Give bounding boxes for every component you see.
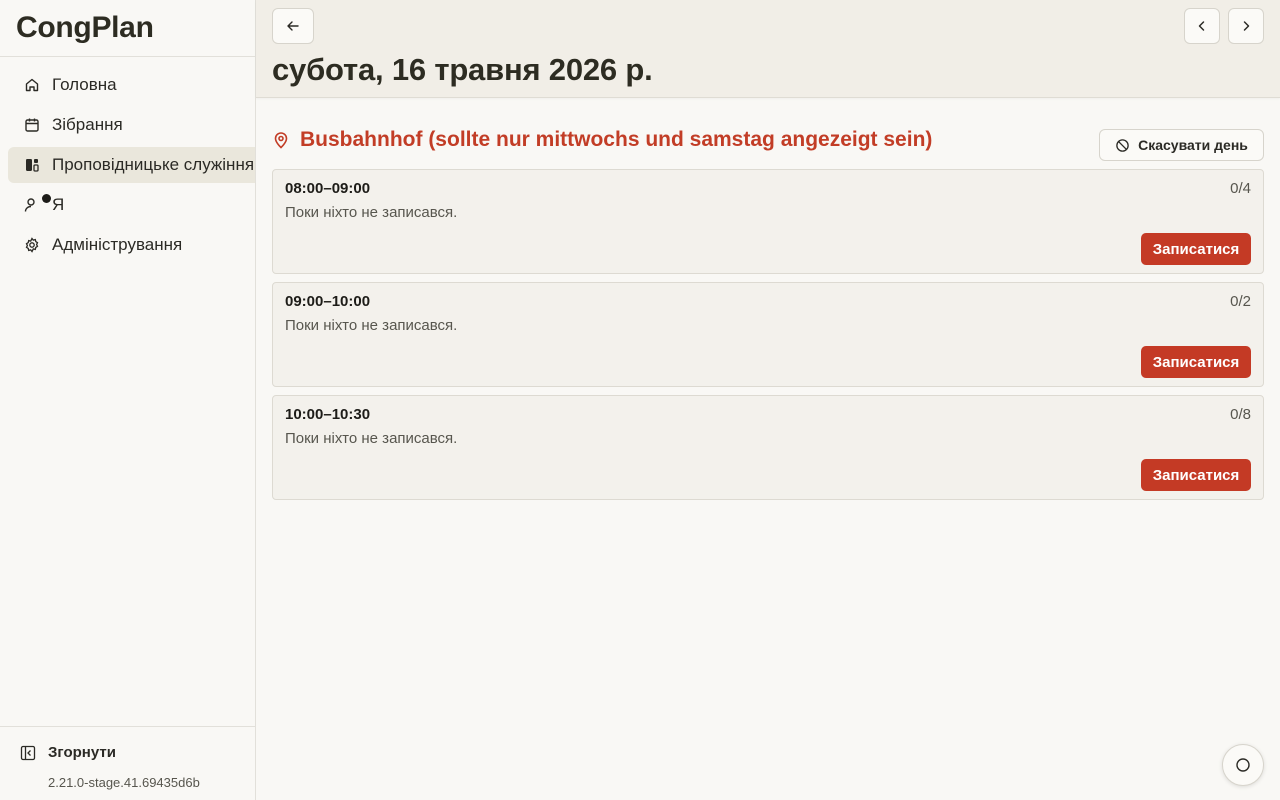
shift-card: 08:00–09:00 0/4 Поки ніхто не записався.… xyxy=(272,169,1264,274)
signup-button[interactable]: Записатися xyxy=(1141,233,1251,265)
arrow-left-icon xyxy=(287,21,299,31)
shift-card: 09:00–10:00 0/2 Поки ніхто не записався.… xyxy=(272,282,1264,387)
home-icon xyxy=(24,77,40,93)
shift-empty-text: Поки ніхто не записався. xyxy=(285,430,458,447)
sidebar-item-label: Зібрання xyxy=(52,115,123,134)
sidebar-item-label: Головна xyxy=(52,75,117,94)
user-icon xyxy=(24,197,40,213)
shift-time: 10:00–10:30 xyxy=(285,406,371,423)
sidebar-item-field-ministry[interactable]: Проповідницьке служіння xyxy=(8,147,255,183)
collapse-sidebar-button[interactable]: Згорнути xyxy=(20,744,116,761)
collapse-panel-icon xyxy=(20,745,36,760)
sidebar-item-label: Я xyxy=(52,195,65,214)
cancel-day-button[interactable]: Скасувати день xyxy=(1099,129,1264,161)
sidebar-nav: Головна Зібрання Проповідницьке служіння… xyxy=(0,57,255,263)
sidebar-item-home[interactable]: Головна xyxy=(8,67,255,103)
ban-icon xyxy=(1116,138,1129,152)
location-name: Busbahnhof (sollte nur mittwochs und sam… xyxy=(300,128,933,151)
shift-list: 08:00–09:00 0/4 Поки ніхто не записався.… xyxy=(272,169,1264,508)
main-content: субота, 16 травня 2026 р. Busbahnhof (so… xyxy=(256,0,1280,800)
ministry-icon xyxy=(24,157,40,173)
shift-capacity: 0/2 xyxy=(1230,293,1251,310)
sidebar-item-label: Адміністрування xyxy=(52,235,183,254)
shift-card: 10:00–10:30 0/8 Поки ніхто не записався.… xyxy=(272,395,1264,500)
notification-badge xyxy=(42,194,51,203)
sidebar-item-meetings[interactable]: Зібрання xyxy=(8,107,255,143)
signup-button[interactable]: Записатися xyxy=(1141,346,1251,378)
sidebar-footer: Згорнути 2.21.0-stage.41.69435d6b xyxy=(0,726,255,800)
next-day-button[interactable] xyxy=(1228,8,1264,44)
sidebar-item-admin[interactable]: Адміністрування xyxy=(8,227,255,263)
map-pin-icon xyxy=(274,132,288,149)
previous-day-button[interactable] xyxy=(1184,8,1220,44)
shift-empty-text: Поки ніхто не записався. xyxy=(285,317,458,334)
signup-button[interactable]: Записатися xyxy=(1141,459,1251,491)
collapse-label: Згорнути xyxy=(48,744,116,761)
shift-capacity: 0/8 xyxy=(1230,406,1251,423)
chevron-right-icon xyxy=(1243,21,1250,31)
shift-time: 08:00–09:00 xyxy=(285,180,371,197)
shift-capacity: 0/4 xyxy=(1230,180,1251,197)
sidebar-item-label: Проповідницьке служіння xyxy=(52,155,255,174)
app-logo[interactable]: CongPlan xyxy=(0,0,255,57)
app-version: 2.21.0-stage.41.69435d6b xyxy=(48,775,200,790)
location-title: Busbahnhof (sollte nur mittwochs und sam… xyxy=(272,128,932,152)
location-header: Busbahnhof (sollte nur mittwochs und sam… xyxy=(272,126,1264,162)
shift-empty-text: Поки ніхто не записався. xyxy=(285,204,458,221)
chevron-left-icon xyxy=(1198,21,1205,31)
cancel-day-label: Скасувати день xyxy=(1138,137,1248,153)
back-button[interactable] xyxy=(272,8,314,44)
gear-icon xyxy=(24,237,40,253)
sidebar-item-me[interactable]: Я xyxy=(8,187,255,223)
circle-icon xyxy=(1236,758,1250,772)
page-header: субота, 16 травня 2026 р. xyxy=(256,0,1280,98)
page-title: субота, 16 травня 2026 р. xyxy=(272,52,653,87)
floating-action-button[interactable] xyxy=(1222,744,1264,786)
calendar-icon xyxy=(24,117,40,133)
shift-time: 09:00–10:00 xyxy=(285,293,371,310)
sidebar: CongPlan Головна Зібрання Проповідницьке… xyxy=(0,0,256,800)
